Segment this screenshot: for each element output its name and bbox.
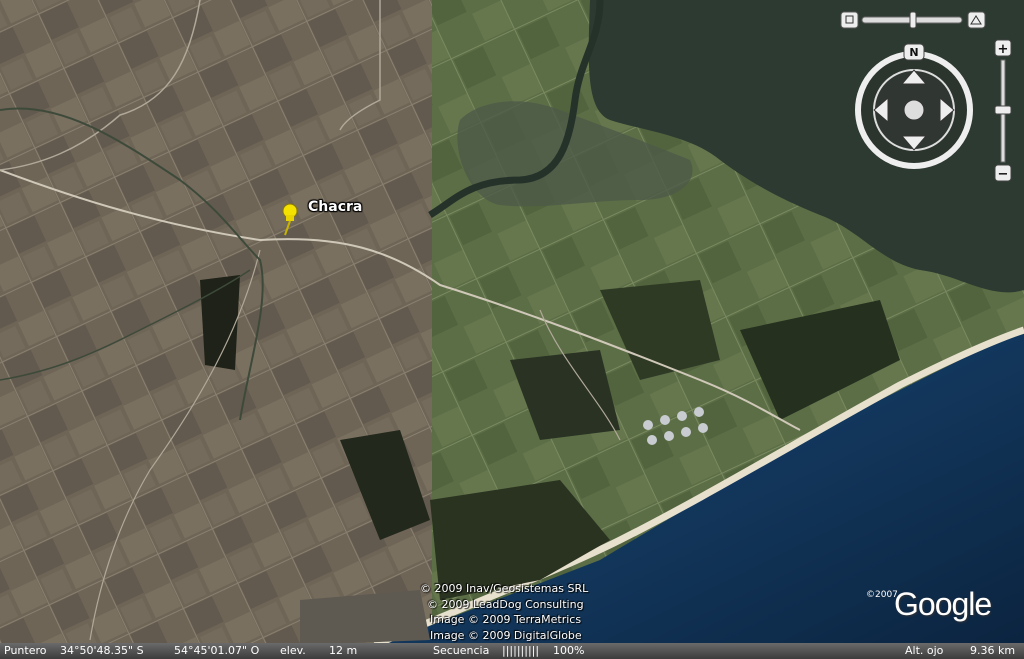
pointer-longitude: 54°45'01.07" O [174,644,260,657]
navigation-controls[interactable]: N + − [838,8,1018,188]
pan-center-icon [903,99,925,121]
zoom-slider-handle [994,105,1012,115]
imagery-credits: © 2009 Inav/Geosistemas SRL © 2009 LeadD… [420,581,588,643]
streaming-bars: |||||||||| [502,644,540,657]
elevation-label: elev. [280,644,306,657]
placemark-label[interactable]: Chacra [308,199,362,215]
pointer-latitude: 34°50'48.35" S [60,644,144,657]
north-label: N [909,46,918,59]
credit-line: © 2009 LeadDog Consulting [427,597,584,611]
elevation-value: 12 m [329,644,358,657]
pointer-label: Puntero [4,644,47,657]
satellite-map[interactable]: Chacra © 2009 Inav/Geosistemas SRL © 200… [0,0,1024,645]
logo-wordmark: Google [894,586,992,622]
credit-line: © 2009 Inav/Geosistemas SRL [420,582,589,595]
streaming-percent: 100% [553,644,585,657]
status-bar: Puntero 34°50'48.35" S 54°45'01.07" O el… [0,643,1024,659]
streaming-label: Secuencia [433,644,490,657]
svg-text:−: − [998,167,1009,182]
credit-line: Image © 2009 DigitalGlobe [430,628,582,642]
svg-text:+: + [998,42,1009,57]
eye-alt-value: 9.36 km [970,644,1016,657]
eye-alt-label: Alt. ojo [905,644,944,657]
credit-line: Image © 2009 TerraMetrics [430,613,582,626]
